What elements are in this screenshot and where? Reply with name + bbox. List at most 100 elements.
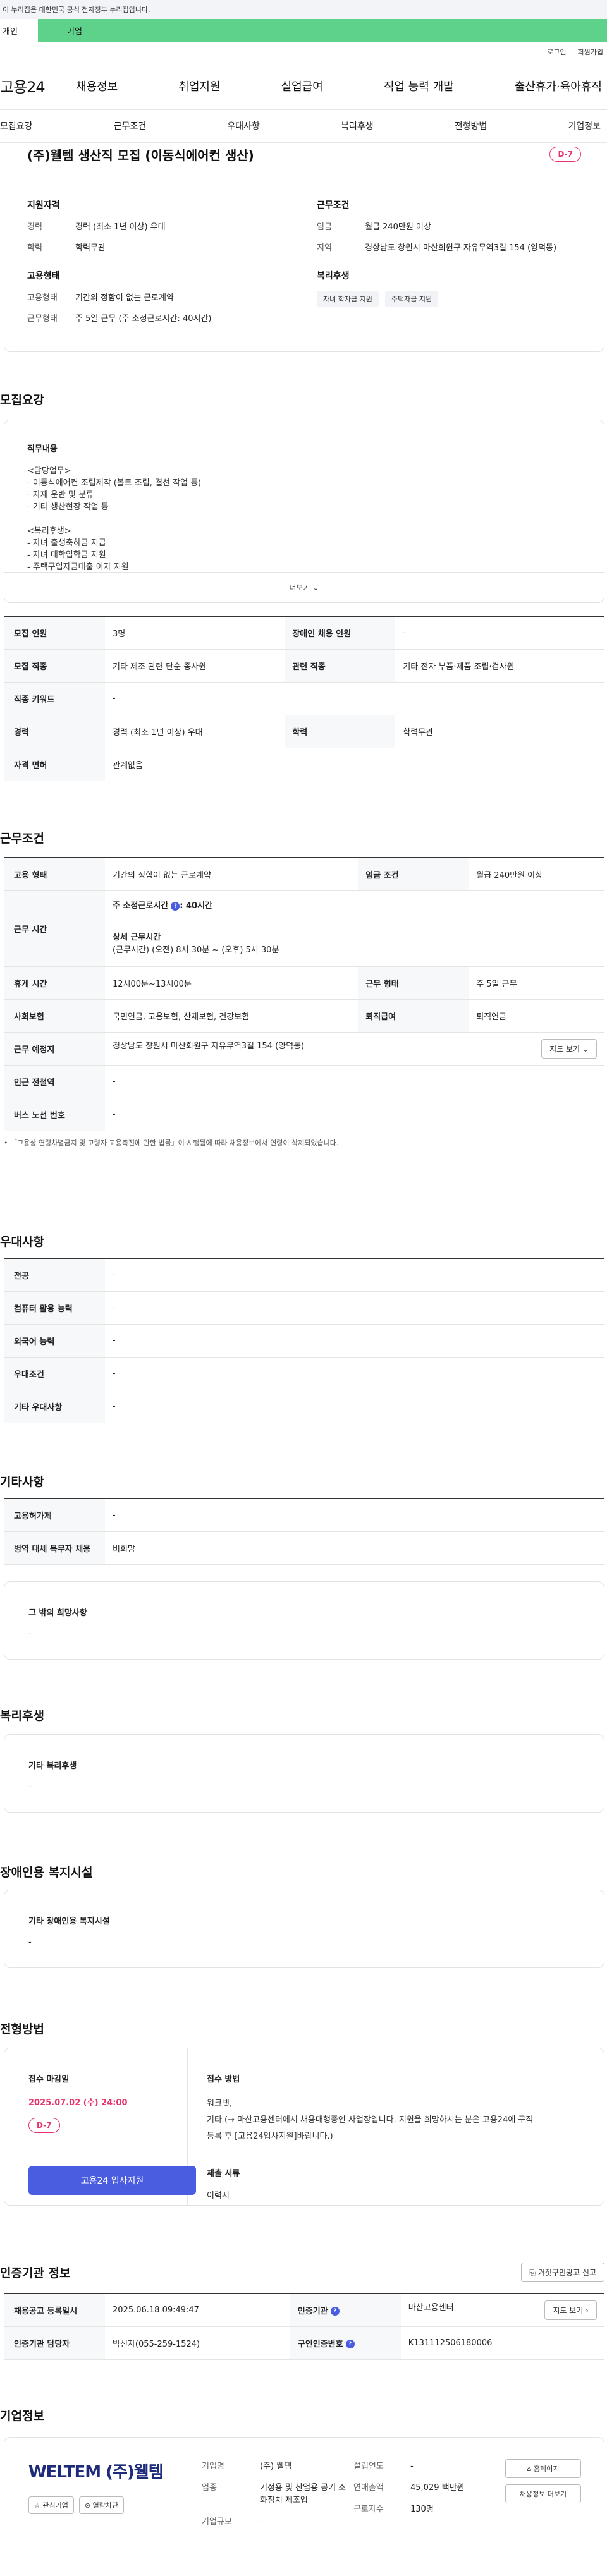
- cell-label: 전공: [4, 1258, 105, 1292]
- cell-value: -: [105, 1324, 604, 1358]
- info-icon[interactable]: ?: [345, 2340, 355, 2348]
- apply-button[interactable]: 고용24 입사지원: [28, 2166, 196, 2195]
- table-row: 외국어 능력 -: [4, 1324, 604, 1358]
- report-icon: ⎘: [529, 2268, 536, 2277]
- fav-company-button[interactable]: ☆ 관심기업: [28, 2496, 74, 2514]
- tab-personal[interactable]: 개인: [0, 19, 38, 42]
- cell-label: 채용공고 등록일시: [4, 2293, 105, 2327]
- more-button[interactable]: 더보기 ⌄: [4, 572, 604, 602]
- cert-org-label: 인증기관?: [290, 2293, 401, 2327]
- region-value: 경상남도 창원시 마산회원구 자유무역3길 154 (양덕동): [365, 243, 557, 253]
- more-jobs-button[interactable]: 채용정보 더보기: [505, 2484, 581, 2503]
- map-button[interactable]: 지도 보기 ⌄: [541, 1038, 597, 1059]
- gnb-item-leave[interactable]: 출산휴가·육아휴직: [515, 78, 602, 94]
- cert-org-cell: 마산고용센터 지도 보기 ›: [400, 2293, 604, 2327]
- welfare-box: 기타 복리후생 -: [4, 1734, 604, 1813]
- cell-label: 인근 전철역: [4, 1065, 105, 1098]
- cell-label: 외국어 능력: [4, 1324, 105, 1358]
- more-label: 더보기: [289, 583, 310, 592]
- homepage-button[interactable]: ⌂ 홈페이지: [505, 2459, 581, 2478]
- info-icon[interactable]: ?: [330, 2307, 340, 2316]
- home-icon: ⌂: [527, 2465, 532, 2473]
- subnav-welfare[interactable]: 복리후생: [341, 119, 374, 132]
- cell-value: 기타 전자 부품·제품 조립·검사원: [395, 649, 604, 683]
- tab-company[interactable]: 기업: [38, 19, 607, 42]
- disabled-box: 기타 장애인용 복지시설 -: [4, 1890, 604, 1968]
- work-table: 고용 형태 기간의 정함이 없는 근로계약 임금 조건 월급 240만원 이상 …: [4, 857, 604, 1131]
- join-link[interactable]: 회원가입: [578, 47, 603, 57]
- cell-value: 학력무관: [395, 715, 604, 748]
- cell-value: 퇴직연금: [469, 999, 604, 1033]
- cell-value: -: [105, 1065, 604, 1098]
- cell-value: 경력 (최소 1년 이상) 우대: [105, 715, 285, 748]
- welfare-chip: 주택자금 지원: [384, 291, 439, 307]
- site-logo[interactable]: 고용24: [0, 75, 76, 97]
- gov-notice-bar: 이 누리집은 대한민국 공식 전자정부 누리집입니다.: [0, 0, 607, 19]
- duty-title: 직무내용: [27, 444, 58, 454]
- detail-hours-title: 상세 근무시간: [113, 933, 161, 942]
- subnav-work[interactable]: 근무조건: [114, 119, 147, 132]
- cell-label: 근무 시간: [4, 890, 105, 967]
- cell-label: 관련 직종: [285, 649, 396, 683]
- cert-table: 채용공고 등록일시 2025.06.18 09:49:47 인증기관? 마산고용…: [4, 2293, 604, 2360]
- weekly-hours-value: : 40시간: [180, 901, 212, 911]
- hours-cell: 주 소정근로시간?: 40시간 상세 근무시간 (근무시간) (오전) 8시 3…: [105, 890, 604, 967]
- block-icon: ⊘: [84, 2501, 91, 2510]
- gnb-item-unemployment[interactable]: 실업급여: [281, 78, 323, 94]
- etc-table: 고용허가제 - 병역 대체 복무자 채용 비희망: [4, 1498, 604, 1565]
- welfare-box-title: 기타 복리후생: [28, 1761, 77, 1771]
- block-button[interactable]: ⊘ 열람차단: [78, 2496, 125, 2514]
- disabled-box-value: -: [28, 1938, 32, 1947]
- table-row: 자격 면허 관계없음: [4, 748, 604, 781]
- table-row: 인근 전철역 -: [4, 1065, 604, 1098]
- cell-label: 우대조건: [4, 1357, 105, 1390]
- gnb-item-training[interactable]: 직업 능력 개발: [384, 78, 454, 94]
- cell-value: 기타 제조 관련 단순 종사원: [105, 649, 285, 683]
- duty-box: 직무내용 <담당업무> - 이동식에어컨 조립제작 (볼트 조립, 결선 작업 …: [4, 420, 604, 603]
- subnav-recruit[interactable]: 모집요강: [0, 119, 33, 132]
- detail-hours-value: (근무시간) (오전) 8시 30분 ~ (오후) 5시 30분: [113, 945, 279, 955]
- map-button[interactable]: 지도 보기 ›: [544, 2300, 597, 2320]
- cell-value: 기간의 정함이 없는 근로계약: [105, 858, 359, 891]
- career-value: 경력 (최소 1년 이상) 우대: [75, 222, 166, 232]
- method-line: 워크넷,: [207, 2099, 233, 2108]
- report-button[interactable]: ⎘ 거짓구인광고 신고: [521, 2263, 604, 2282]
- cell-value: -: [395, 616, 604, 650]
- subnav-pref[interactable]: 우대사항: [227, 119, 260, 132]
- company-heading: 기업정보: [0, 2409, 44, 2423]
- gnb-item-support[interactable]: 취업지원: [178, 78, 220, 94]
- cell-value: 경상남도 창원시 마산회원구 자유무역3길 154 (양덕동): [113, 1041, 305, 1051]
- info-icon[interactable]: ?: [171, 901, 180, 911]
- top-tabs: 개인 기업: [0, 19, 607, 42]
- subnav-selection[interactable]: 전형방법: [455, 119, 487, 132]
- login-link[interactable]: 로그인: [547, 47, 566, 57]
- cell-label: 직종 키워드: [4, 682, 105, 715]
- duty-line: - 이동식에어컨 조립제작 (볼트 조립, 결선 작업 등): [27, 478, 202, 488]
- global-nav: 고용24 채용정보 취업지원 실업급여 직업 능력 개발 출산휴가·육아휴직: [0, 62, 607, 110]
- table-row: 근무 예정지 경상남도 창원시 마산회원구 자유무역3길 154 (양덕동) 지…: [4, 1032, 604, 1066]
- weekly-hours-label: 주 소정근로시간: [113, 901, 169, 911]
- deadline-value: 2025.07.02 (수) 24:00: [28, 2098, 128, 2108]
- cell-label: 임금 조건: [358, 858, 469, 891]
- chevron-right-icon: ›: [586, 2306, 589, 2315]
- cell-value: -: [105, 1390, 604, 1423]
- cell-value: K131112506180006: [400, 2326, 604, 2360]
- cell-label: 병역 대체 복무자 채용: [4, 1531, 105, 1565]
- gnb-item-jobs[interactable]: 채용정보: [76, 78, 118, 94]
- worktype-label: 근무형태: [27, 314, 58, 324]
- subnav-company[interactable]: 기업정보: [568, 119, 601, 132]
- duty-line: - 자녀 출생축하금 지급: [27, 538, 106, 548]
- method-content: 워크넷, 기타 (→ 마산고용센터에서 채용대행중인 사업장입니다. 지원을 희…: [207, 2096, 585, 2145]
- gov-notice: 이 누리집은 대한민국 공식 전자정부 누리집입니다.: [3, 6, 150, 14]
- cert-no-label: 구인인증번호?: [290, 2326, 401, 2360]
- recruit-heading: 모집요강: [0, 393, 44, 407]
- map-button-label: 지도 보기: [553, 2306, 584, 2315]
- emp-label: 근로자수: [353, 2505, 384, 2514]
- pref-table: 전공 - 컴퓨터 활용 능력 - 외국어 능력 - 우대조건 - 기타 우대사항 -: [4, 1258, 604, 1423]
- table-row: 병역 대체 복무자 채용 비희망: [4, 1531, 604, 1565]
- size-label: 기업규모: [202, 2517, 232, 2527]
- qual-title: 지원자격: [27, 200, 60, 210]
- docs-title: 제출 서류: [207, 2169, 240, 2178]
- emptype-label: 고용형태: [27, 293, 58, 303]
- cell-label: 자격 면허: [4, 748, 105, 781]
